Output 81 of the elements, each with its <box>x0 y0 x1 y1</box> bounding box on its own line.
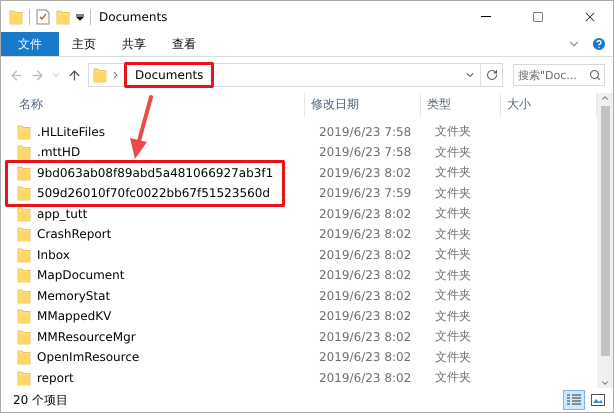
type-cell-text: 文件夹 <box>434 164 472 182</box>
type-cell-text: 文件夹 <box>434 308 472 325</box>
folder-icon <box>17 328 31 345</box>
ribbon-tab[interactable]: 共享 <box>109 32 159 56</box>
up-icon[interactable] <box>67 68 82 82</box>
view-button[interactable] <box>563 390 585 410</box>
annotation-arrow <box>130 95 153 159</box>
folder-icon <box>17 349 31 366</box>
file-name[interactable]: report <box>37 370 74 385</box>
type-cell-text: 文件夹 <box>434 144 472 161</box>
path-segment[interactable]: Documents <box>124 62 214 88</box>
date-cell-text: 2019/6/23 8:02 <box>318 268 412 282</box>
folder-icon <box>17 246 31 263</box>
file-name[interactable]: 9bd063ab08f89abd5a481066927ab3f1 <box>37 166 274 180</box>
search-field[interactable]: 搜索"Doc... <box>513 64 605 86</box>
type-cell-text: 文件夹 <box>434 348 472 366</box>
file-name[interactable]: MMResourceMgr <box>37 330 136 344</box>
date-cell-text: 2019/6/23 8:02 <box>318 227 412 242</box>
search-icon <box>589 69 601 81</box>
file-name[interactable]: .mttHD <box>37 145 80 160</box>
file-menu-button[interactable]: 文件 <box>1 32 59 56</box>
date-cell-text: 2019/6/23 7:59 <box>318 186 412 200</box>
column-header[interactable]: 类型 <box>421 93 501 116</box>
date-cell-text: 2019/6/23 7:58 <box>318 124 412 139</box>
folder-icon <box>56 8 70 24</box>
folder-icon <box>17 308 31 324</box>
chevron-icon <box>113 71 118 79</box>
scroll-bar[interactable] <box>597 93 613 388</box>
folder-icon <box>17 267 31 284</box>
ribbon-tab[interactable]: 主页 <box>59 32 109 56</box>
type-cell-text: 文件夹 <box>434 246 472 264</box>
caret-icon[interactable] <box>76 12 84 20</box>
file-name[interactable]: MemoryStat <box>37 288 110 303</box>
date-cell-text: 2019/6/23 8:02 <box>318 309 412 324</box>
type-cell-text: 文件夹 <box>434 226 472 243</box>
date-cell-text: 2019/6/23 8:02 <box>318 370 412 385</box>
type-cell-text: 文件夹 <box>434 205 472 222</box>
type-cell-text: 文件夹 <box>434 369 472 386</box>
type-cell-text: 文件夹 <box>434 123 472 140</box>
file-name[interactable]: 509d26010f70fc0022bb67f51523560d <box>37 186 270 200</box>
type-cell-text: 文件夹 <box>434 287 472 304</box>
minimize-icon <box>481 16 491 17</box>
properties-icon[interactable] <box>36 8 50 24</box>
item-count: 20 个项目 <box>13 392 68 408</box>
folder-icon <box>17 226 31 242</box>
file-name[interactable]: MapDocument <box>37 268 124 282</box>
folder-icon <box>17 288 31 304</box>
folder-icon <box>17 144 31 160</box>
date-cell-text: 2019/6/23 8:02 <box>318 166 412 180</box>
column-header[interactable]: 名称 <box>13 93 305 116</box>
maximize-icon <box>532 10 544 22</box>
file-name[interactable]: MMappedKV <box>37 309 112 324</box>
column-header[interactable]: 修改日期 <box>305 93 421 116</box>
type-cell-text: 文件夹 <box>434 266 472 284</box>
date-cell-text: 2019/6/23 8:02 <box>318 330 412 344</box>
file-name[interactable]: Inbox <box>37 248 70 262</box>
folder-icon <box>17 124 31 140</box>
date-cell-text: 2019/6/23 8:02 <box>318 248 412 262</box>
date-cell-text: 2019/6/23 7:58 <box>318 145 412 160</box>
help-icon[interactable] <box>591 36 607 52</box>
folder-icon <box>17 185 31 202</box>
date-cell-text: 2019/6/23 8:02 <box>318 206 412 221</box>
large-icons-view-icon <box>591 394 605 406</box>
folder-icon <box>9 8 23 24</box>
file-name[interactable]: app_tutt <box>37 206 88 221</box>
date-cell-text: 2019/6/23 8:02 <box>318 288 412 303</box>
ribbon-tab[interactable]: 查看 <box>159 32 209 56</box>
file-name[interactable]: OpenImResource <box>37 350 140 364</box>
file-name[interactable]: .HLLiteFiles <box>37 124 105 139</box>
details-view-icon <box>567 394 581 406</box>
address-bar[interactable]: Documents <box>88 63 503 87</box>
window-title: Documents <box>99 10 168 24</box>
folder-icon <box>17 206 31 222</box>
folder-icon <box>17 370 31 386</box>
type-cell-text: 文件夹 <box>434 328 472 346</box>
refresh-icon <box>486 69 498 81</box>
type-cell-text: 文件夹 <box>434 184 472 202</box>
file-name[interactable]: CrashReport <box>37 227 112 242</box>
folder-icon <box>93 67 107 83</box>
date-cell-text: 2019/6/23 8:02 <box>318 350 412 364</box>
folder-icon <box>17 164 31 181</box>
